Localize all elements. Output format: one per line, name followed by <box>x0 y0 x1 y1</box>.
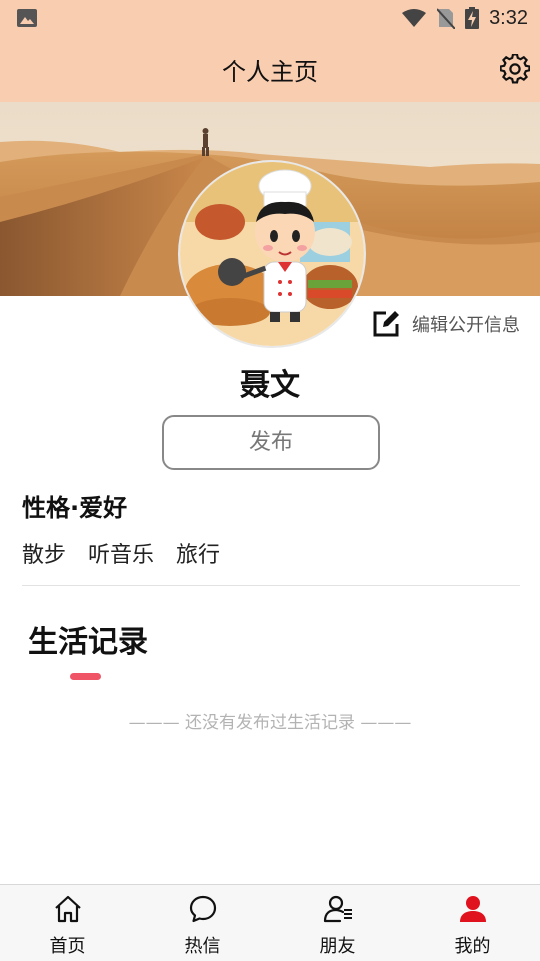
section-divider <box>22 585 520 586</box>
person-icon <box>459 896 486 922</box>
tab-label: 我的 <box>454 936 491 957</box>
tab-label: 朋友 <box>319 936 356 957</box>
status-time: 3:32 <box>489 6 528 29</box>
wifi-icon <box>402 9 427 27</box>
publish-button[interactable]: 发布 <box>162 415 380 470</box>
no-sim-icon <box>437 8 456 29</box>
profile-name: 聂文 <box>240 368 300 403</box>
gallery-icon <box>17 9 37 27</box>
avatar[interactable] <box>178 160 366 348</box>
hobby-item: 散步 <box>22 543 67 568</box>
tab-label: 首页 <box>49 936 86 957</box>
hobby-list: 散步 听音乐 旅行 <box>22 537 220 569</box>
status-bar: 3:32 <box>0 0 540 36</box>
tab-messages[interactable]: 热信 <box>135 885 270 961</box>
top-app-bar: 个人主页 <box>0 36 540 102</box>
edit-public-info-label: 编辑公开信息 <box>412 315 520 336</box>
life-records-title: 生活记录 <box>28 625 148 660</box>
hobby-item: 旅行 <box>176 543 221 568</box>
chat-bubble-icon <box>189 895 216 923</box>
gear-icon[interactable] <box>500 54 530 84</box>
personality-hobbies-title: 性格·爱好 <box>22 494 128 522</box>
tab-label: 热信 <box>184 936 221 957</box>
tab-me[interactable]: 我的 <box>405 885 540 961</box>
page-title: 个人主页 <box>222 58 318 86</box>
edit-icon <box>373 311 399 337</box>
empty-state-text: ——— 还没有发布过生活记录 ——— <box>128 713 412 733</box>
tab-indicator <box>70 673 101 680</box>
hobby-item: 听音乐 <box>88 543 155 568</box>
home-icon <box>54 895 81 923</box>
battery-charging-icon <box>465 7 480 29</box>
bottom-tab-bar: 首页 热信 朋友 我的 <box>0 884 540 961</box>
edit-public-info-button[interactable]: 编辑公开信息 <box>372 310 520 338</box>
friends-icon <box>323 895 352 923</box>
tab-home[interactable]: 首页 <box>0 885 135 961</box>
tab-friends[interactable]: 朋友 <box>270 885 405 961</box>
